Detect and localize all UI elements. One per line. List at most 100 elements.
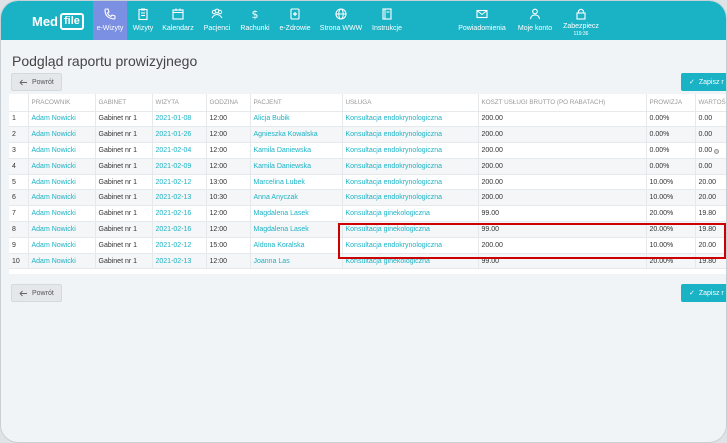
nav-item-pacjenci[interactable]: Pacjenci: [200, 1, 234, 40]
patient-cell[interactable]: Magdalena Lasek: [250, 205, 343, 223]
cost-cell: 200.00: [478, 174, 647, 191]
patient-cell[interactable]: Kamila Daniewska: [250, 142, 343, 159]
employee-cell[interactable]: Adam Nowicki: [28, 126, 96, 144]
table-row: 8 Adam Nowicki Gabinet nr 1 2021-02-16 12:00…: [9, 221, 726, 238]
employee-cell[interactable]: Adam Nowicki: [28, 142, 96, 159]
back-button-top[interactable]: Powrót: [11, 73, 62, 91]
nav-item-kalendarz[interactable]: Kalendarz: [158, 1, 198, 40]
row-number: 8: [9, 221, 29, 238]
clipboard-icon: [138, 8, 148, 21]
save-button-top[interactable]: ✓ Zapisz r: [681, 73, 726, 91]
nav-item-e-zdrowie[interactable]: e-Zdrowie: [276, 1, 314, 40]
logo-text: Med: [32, 13, 58, 29]
service-cell[interactable]: Konsultacja endokrynologiczna: [342, 126, 479, 144]
commission-rate-cell: 10.00%: [646, 237, 696, 254]
column-header[interactable]: GODZINA: [206, 94, 251, 112]
column-header[interactable]: PRACOWNIK: [28, 94, 96, 112]
service-cell[interactable]: Konsultacja endokrynologiczna: [342, 111, 479, 128]
service-cell[interactable]: Konsultacja ginekologiczna: [342, 221, 479, 238]
commission-rate-cell: 10.00%: [646, 174, 696, 191]
users-icon: [211, 8, 223, 19]
commission-value-cell: 20.00: [695, 174, 726, 191]
dollar-icon: $: [252, 8, 259, 21]
nav-label: Zabezpiecz: [563, 23, 599, 30]
table-row: 3 Adam Nowicki Gabinet nr 1 2021-02-04 12:00…: [9, 142, 726, 159]
nav-item-moje-konto[interactable]: Moje konto: [514, 1, 556, 40]
employee-cell[interactable]: Adam Nowicki: [28, 253, 96, 270]
top-navigation-bar: Med file e-Wizyty Wizyty Kalendarz Pacjen…: [1, 1, 726, 40]
table-row: 1 Adam Nowicki Gabinet nr 1 2021-01-08 12:00…: [9, 111, 726, 128]
save-button-bottom[interactable]: ✓ Zapisz r: [681, 284, 726, 302]
patient-cell[interactable]: Kamila Daniewska: [250, 158, 343, 175]
visit-date-cell[interactable]: 2021-02-13: [152, 253, 207, 270]
cost-cell: 200.00: [478, 237, 647, 254]
time-cell: 12:00: [206, 205, 251, 223]
visit-date-cell[interactable]: 2021-02-04: [152, 142, 207, 159]
service-cell[interactable]: Konsultacja endokrynologiczna: [342, 189, 479, 207]
service-cell[interactable]: Konsultacja endokrynologiczna: [342, 142, 479, 159]
visit-date-cell[interactable]: 2021-02-12: [152, 237, 207, 254]
nav-label: Powiadomienia: [458, 25, 506, 32]
row-number: 6: [9, 189, 29, 207]
visit-date-cell[interactable]: 2021-02-13: [152, 189, 207, 207]
column-header[interactable]: KOSZT USŁUGI BRUTTO (PO RABATACH): [478, 94, 647, 112]
column-header[interactable]: PACJENT: [250, 94, 343, 112]
nav-item-wizyty[interactable]: Wizyty: [129, 1, 157, 40]
back-button-bottom[interactable]: Powrót: [11, 284, 62, 302]
service-cell[interactable]: Konsultacja endokrynologiczna: [342, 174, 479, 191]
visit-date-cell[interactable]: 2021-01-26: [152, 126, 207, 144]
back-arrow-icon: [19, 79, 27, 85]
health-icon: [290, 8, 300, 20]
commission-rate-cell: 10.00%: [646, 189, 696, 207]
office-cell: Gabinet nr 1: [95, 237, 153, 254]
patient-cell[interactable]: Marcelina Lubek: [250, 174, 343, 191]
employee-cell[interactable]: Adam Nowicki: [28, 237, 96, 254]
column-header[interactable]: PROWIZJA: [646, 94, 696, 112]
nav-label: Instrukcje: [372, 25, 402, 32]
phone-icon: [104, 8, 116, 20]
visit-date-cell[interactable]: 2021-01-08: [152, 111, 207, 128]
nav-item-instrukcje[interactable]: Instrukcje: [368, 1, 406, 40]
column-header[interactable]: WIZYTA: [152, 94, 207, 112]
patient-cell[interactable]: Joanna Las: [250, 253, 343, 270]
column-header[interactable]: WARTOŚ: [695, 94, 726, 112]
nav-item-zabezpiecz[interactable]: Zabezpiecz 119:36: [560, 1, 602, 40]
employee-cell[interactable]: Adam Nowicki: [28, 111, 96, 128]
medfile-logo[interactable]: Med file: [32, 12, 84, 30]
visit-date-cell[interactable]: 2021-02-12: [152, 174, 207, 191]
cost-cell: 99.00: [478, 221, 647, 238]
nav-item-e-wizyty[interactable]: e-Wizyty: [93, 1, 127, 40]
service-cell[interactable]: Konsultacja endokrynologiczna: [342, 237, 479, 254]
row-number: 5: [9, 174, 29, 191]
cost-cell: 200.00: [478, 158, 647, 175]
logo-box-text: file: [60, 12, 84, 30]
table-row: 5 Adam Nowicki Gabinet nr 1 2021-02-12 13:00…: [9, 174, 726, 191]
employee-cell[interactable]: Adam Nowicki: [28, 221, 96, 238]
column-header[interactable]: USŁUGA: [342, 94, 479, 112]
row-number: 9: [9, 237, 29, 254]
patient-cell[interactable]: Alicja Bubik: [250, 111, 343, 128]
employee-cell[interactable]: Adam Nowicki: [28, 174, 96, 191]
patient-cell[interactable]: Agnieszka Kowalska: [250, 126, 343, 144]
patient-cell[interactable]: Anna Anyczak: [250, 189, 343, 207]
visit-date-cell[interactable]: 2021-02-16: [152, 221, 207, 238]
column-header[interactable]: GABINET: [95, 94, 153, 112]
nav-item-rachunki[interactable]: $ Rachunki: [236, 1, 274, 40]
employee-cell[interactable]: Adam Nowicki: [28, 158, 96, 175]
commission-value-cell: 0.00: [695, 142, 726, 159]
patient-cell[interactable]: Magdalena Lasek: [250, 221, 343, 238]
employee-cell[interactable]: Adam Nowicki: [28, 205, 96, 223]
office-cell: Gabinet nr 1: [95, 158, 153, 175]
visit-date-cell[interactable]: 2021-02-09: [152, 158, 207, 175]
service-cell[interactable]: Konsultacja ginekologiczna: [342, 205, 479, 223]
office-cell: Gabinet nr 1: [95, 205, 153, 223]
visit-date-cell[interactable]: 2021-02-16: [152, 205, 207, 223]
nav-item-powiadomienia[interactable]: Powiadomienia: [455, 1, 509, 40]
table-header-row: PRACOWNIK GABINET WIZYTA GODZINA PACJENT…: [9, 94, 726, 112]
service-cell[interactable]: Konsultacja ginekologiczna: [342, 253, 479, 270]
patient-cell[interactable]: Aldona Koralska: [250, 237, 343, 254]
nav-item-strona-www[interactable]: Strona WWW: [316, 1, 366, 40]
service-cell[interactable]: Konsultacja endokrynologiczna: [342, 158, 479, 175]
employee-cell[interactable]: Adam Nowicki: [28, 189, 96, 207]
nav-label: Moje konto: [517, 25, 553, 32]
